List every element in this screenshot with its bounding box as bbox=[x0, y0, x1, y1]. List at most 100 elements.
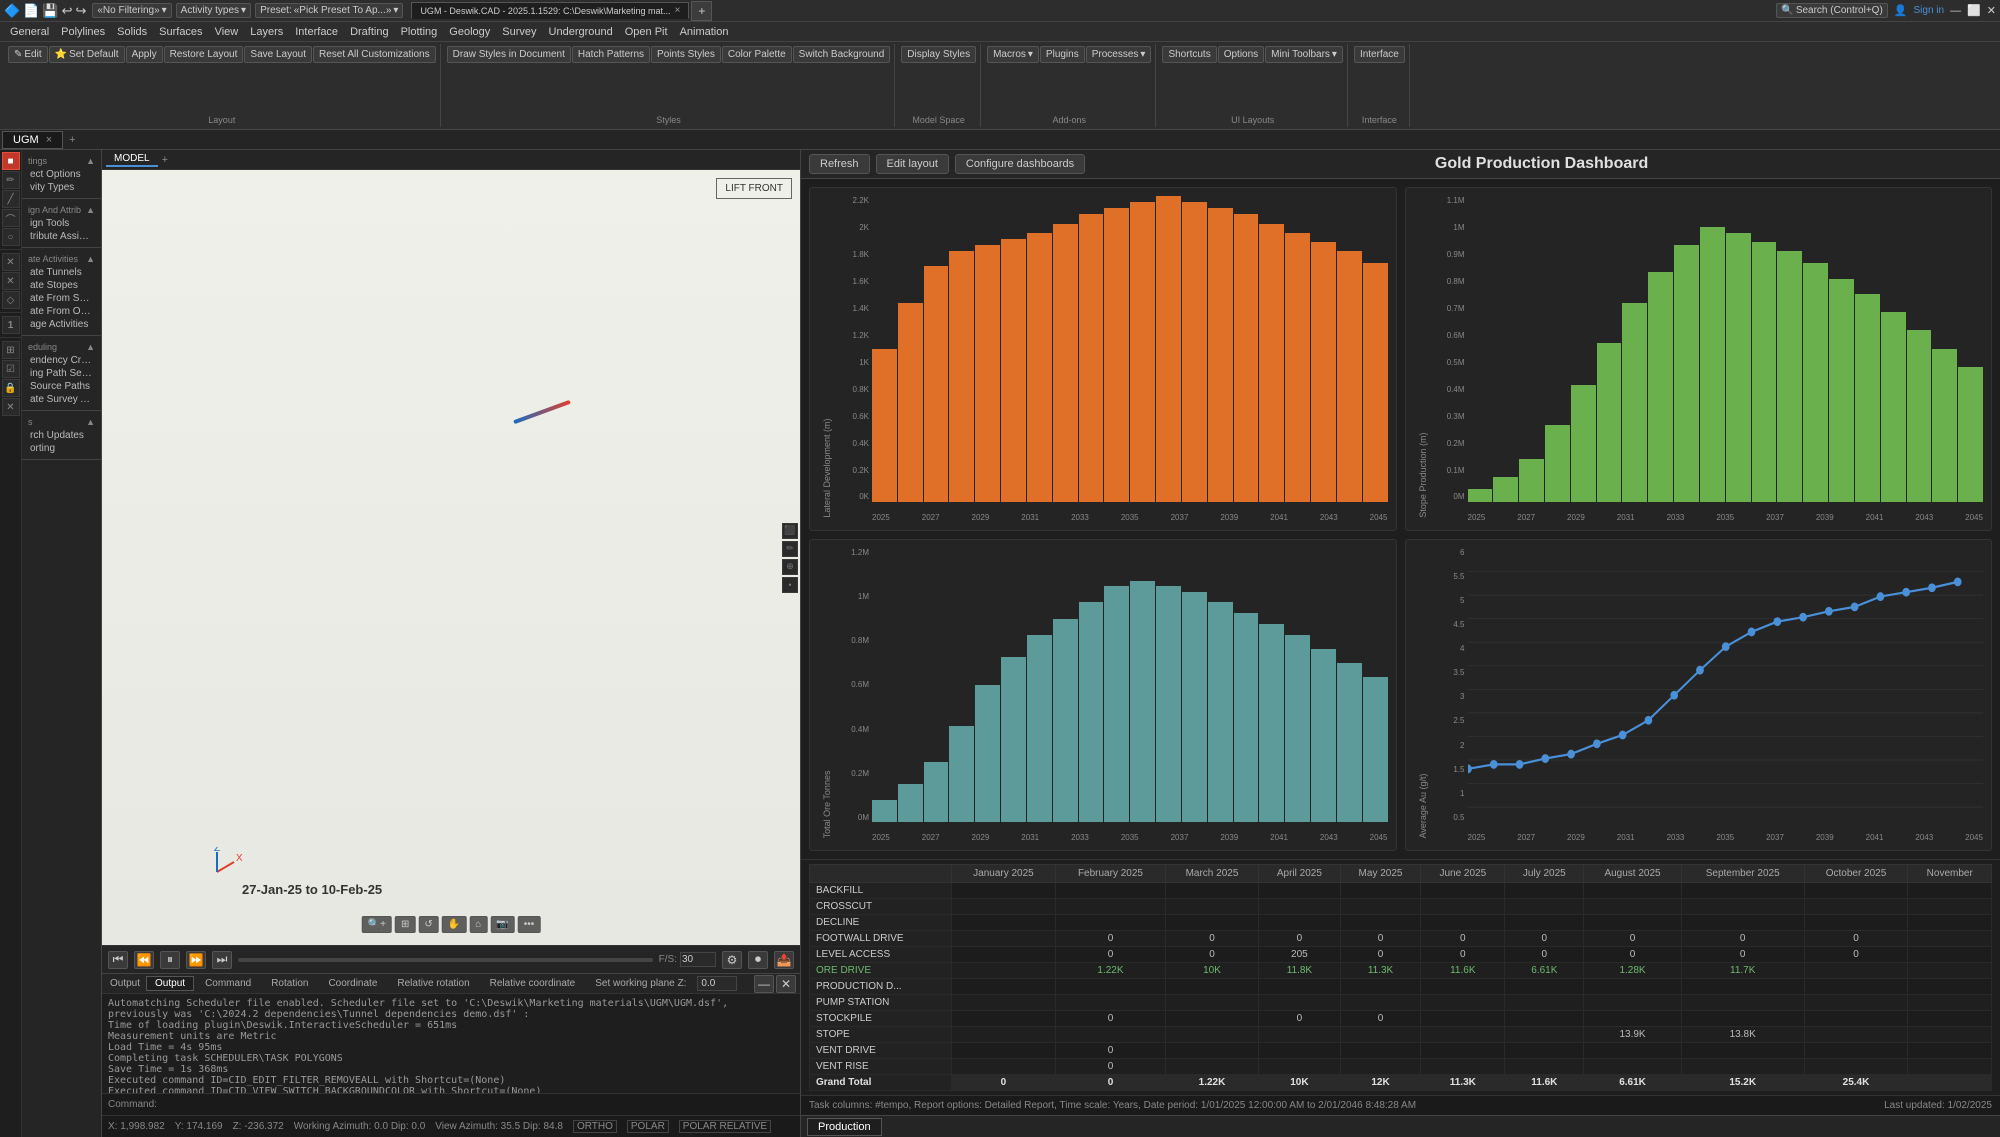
processes-btn[interactable]: Processes▾ bbox=[1086, 46, 1152, 63]
new-icon[interactable]: 📄 bbox=[23, 3, 39, 19]
switch-bg-btn[interactable]: Switch Background bbox=[793, 46, 891, 63]
user-icon[interactable]: 👤 bbox=[1894, 4, 1908, 17]
output-close-btn[interactable]: ✕ bbox=[776, 975, 796, 993]
left-item-search-updates[interactable]: rch Updates bbox=[24, 429, 99, 442]
tool-diamond[interactable]: ◇ bbox=[2, 291, 20, 309]
new-tab[interactable]: + bbox=[691, 1, 712, 21]
tool-check[interactable]: ☑ bbox=[2, 360, 20, 378]
anim-prev-btn[interactable]: ⏪ bbox=[134, 951, 154, 969]
vp-icon-4[interactable]: • bbox=[782, 577, 798, 593]
tool-pencil[interactable]: ✏ bbox=[2, 171, 20, 189]
activities-section-title[interactable]: ate Activities▲ bbox=[24, 252, 99, 266]
menu-item-drafting[interactable]: Drafting bbox=[344, 24, 395, 40]
left-item-survey-actuals[interactable]: ate Survey Actuals bbox=[24, 393, 99, 406]
anim-first-btn[interactable]: ⏮ bbox=[108, 951, 128, 969]
configure-dashboards-btn[interactable]: Configure dashboards bbox=[955, 154, 1085, 174]
anim-progress-slider[interactable] bbox=[238, 958, 653, 962]
output-minimize-btn[interactable]: — bbox=[754, 975, 774, 993]
save-layout-btn[interactable]: Save Layout bbox=[244, 46, 312, 63]
tool-lock[interactable]: 🔒 bbox=[2, 379, 20, 397]
tool-x2[interactable]: ✕ bbox=[2, 272, 20, 290]
camera-btn[interactable]: 📷 bbox=[490, 916, 514, 933]
zoom-in-btn[interactable]: 🔍+ bbox=[362, 916, 392, 933]
viewport[interactable]: LIFT FRONT X Z 27-Jan-25 to 10-Feb-25 🔍+… bbox=[102, 170, 800, 945]
reporting-section-title[interactable]: s▲ bbox=[24, 415, 99, 429]
add-view-tab[interactable]: + bbox=[63, 134, 81, 146]
tool-circle[interactable]: ○ bbox=[2, 228, 20, 246]
color-palette-btn[interactable]: Color Palette bbox=[722, 46, 792, 63]
menu-item-solids[interactable]: Solids bbox=[111, 24, 153, 40]
design-section-title[interactable]: ign And Attrib▲ bbox=[24, 203, 99, 217]
left-item-object-options[interactable]: ect Options bbox=[24, 168, 99, 181]
output-tab-relative-coordinate[interactable]: Relative coordinate bbox=[481, 976, 585, 991]
apply-btn[interactable]: Apply bbox=[126, 46, 163, 63]
output-tab-working-plane[interactable]: Set working plane Z: bbox=[586, 976, 695, 991]
left-item-manage-activities[interactable]: age Activities bbox=[24, 318, 99, 331]
output-tab-command[interactable]: Command bbox=[196, 976, 260, 991]
redo-icon[interactable]: ↪ bbox=[75, 3, 86, 19]
menu-item-underground[interactable]: Underground bbox=[543, 24, 619, 40]
left-item-from-outlines[interactable]: ate From Outlines bbox=[24, 305, 99, 318]
left-item-reporting[interactable]: orting bbox=[24, 442, 99, 455]
menu-item-layers[interactable]: Layers bbox=[244, 24, 289, 40]
mode-relative[interactable]: POLAR RELATIVE bbox=[679, 1120, 771, 1133]
tool-stairs[interactable]: ⊞ bbox=[2, 341, 20, 359]
vp-icon-3[interactable]: ⊕ bbox=[782, 559, 798, 575]
preset-dropdown[interactable]: Preset: «Pick Preset To Ap...»▾ bbox=[255, 3, 403, 18]
production-tab[interactable]: Production bbox=[807, 1118, 882, 1136]
command-input[interactable] bbox=[163, 1099, 794, 1110]
activity-dropdown[interactable]: Activity types▾ bbox=[176, 3, 251, 18]
anim-export-btn[interactable]: 📤 bbox=[774, 951, 794, 969]
refresh-btn[interactable]: Refresh bbox=[809, 154, 870, 174]
restore-layout-btn[interactable]: Restore Layout bbox=[164, 46, 244, 63]
anim-last-btn[interactable]: ⏭ bbox=[212, 951, 232, 969]
options-btn[interactable]: Options bbox=[1218, 46, 1264, 63]
left-item-source-paths[interactable]: Source Paths bbox=[24, 380, 99, 393]
left-item-dependency-creation[interactable]: endency Creation bbox=[24, 354, 99, 367]
fps-input[interactable] bbox=[680, 952, 716, 967]
vp-icon-1[interactable]: ⬛ bbox=[782, 523, 798, 539]
minimize-icon[interactable]: — bbox=[1950, 5, 1961, 17]
pan-btn[interactable]: ✋ bbox=[442, 916, 466, 933]
left-item-create-tunnels[interactable]: ate Tunnels bbox=[24, 266, 99, 279]
interface-btn[interactable]: Interface bbox=[1354, 46, 1405, 63]
left-item-create-stopes[interactable]: ate Stopes bbox=[24, 279, 99, 292]
left-item-activity-types[interactable]: vity Types bbox=[24, 181, 99, 194]
view-tab-ugm[interactable]: UGM × bbox=[2, 131, 63, 149]
left-item-attribute-assignment[interactable]: tribute Assignment bbox=[24, 230, 99, 243]
save-icon[interactable]: 💾 bbox=[42, 3, 58, 19]
menu-item-view[interactable]: View bbox=[209, 24, 245, 40]
menu-item-surfaces[interactable]: Surfaces bbox=[153, 24, 208, 40]
menu-item-open-pit[interactable]: Open Pit bbox=[619, 24, 674, 40]
home-btn[interactable]: ⌂ bbox=[469, 916, 487, 933]
anim-pause-btn[interactable]: ⏸ bbox=[160, 951, 180, 969]
left-item-path-sequence[interactable]: ing Path Sequenc... bbox=[24, 367, 99, 380]
menu-item-geology[interactable]: Geology bbox=[443, 24, 496, 40]
menu-item-animation[interactable]: Animation bbox=[674, 24, 735, 40]
search-box[interactable]: 🔍 Search (Control+Q) bbox=[1776, 3, 1887, 18]
left-item-design-tools[interactable]: ign Tools bbox=[24, 217, 99, 230]
anim-settings-btn[interactable]: ⚙ bbox=[722, 951, 742, 969]
more-btn[interactable]: ••• bbox=[518, 916, 541, 933]
menu-item-general[interactable]: General bbox=[4, 24, 55, 40]
undo-icon[interactable]: ↩ bbox=[62, 3, 73, 19]
tool-num1[interactable]: 1 bbox=[2, 316, 20, 334]
points-styles-btn[interactable]: Points Styles bbox=[651, 46, 721, 63]
tool-active[interactable]: ■ bbox=[2, 152, 20, 170]
mode-polar[interactable]: POLAR bbox=[627, 1120, 669, 1133]
mode-ortho[interactable]: ORTHO bbox=[573, 1120, 617, 1133]
mini-toolbars-btn[interactable]: Mini Toolbars▾ bbox=[1265, 46, 1343, 63]
plugins-btn[interactable]: Plugins bbox=[1040, 46, 1085, 63]
scheduling-section-title[interactable]: eduling▲ bbox=[24, 340, 99, 354]
menu-item-polylines[interactable]: Polylines bbox=[55, 24, 111, 40]
tab-close-icon[interactable]: × bbox=[675, 5, 681, 16]
settings-section-title[interactable]: tings▲ bbox=[24, 154, 99, 168]
sign-in-link[interactable]: Sign in bbox=[1914, 5, 1945, 16]
draw-styles-btn[interactable]: Draw Styles in Document bbox=[447, 46, 571, 63]
output-tab-output[interactable]: Output bbox=[146, 976, 194, 991]
zoom-extents-btn[interactable]: ⊞ bbox=[395, 916, 415, 933]
shortcuts-btn[interactable]: Shortcuts bbox=[1162, 46, 1216, 63]
output-tab-rotation[interactable]: Rotation bbox=[262, 976, 317, 991]
filter-dropdown[interactable]: «No Filtering»▾ bbox=[92, 3, 171, 18]
model-tab[interactable]: MODEL bbox=[106, 152, 158, 167]
